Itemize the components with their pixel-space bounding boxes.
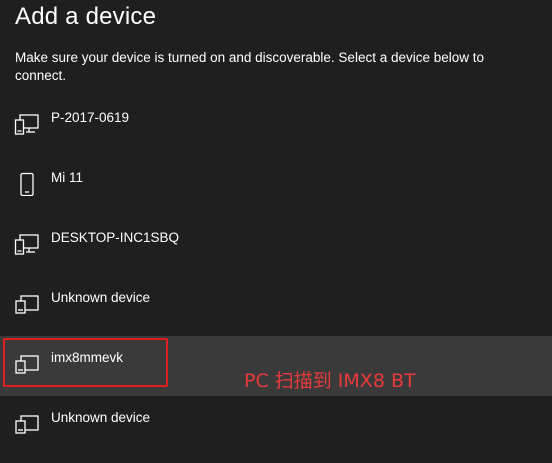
generic-device-icon bbox=[14, 292, 40, 316]
page-description: Make sure your device is turned on and d… bbox=[15, 50, 485, 83]
device-item-unknown-device[interactable]: Unknown device bbox=[0, 276, 552, 336]
device-name: DESKTOP-INC1SBQ bbox=[51, 230, 180, 245]
device-list: P-2017-0619 Mi 11 DESKTOP-INC1SBQ Unknow… bbox=[0, 96, 552, 456]
desktop-pc-icon bbox=[14, 112, 40, 136]
desktop-pc-icon bbox=[14, 232, 40, 256]
annotation-text: PC 扫描到 IMX8 BT bbox=[244, 370, 416, 392]
device-name: Mi 11 bbox=[51, 170, 84, 185]
device-name: Unknown device bbox=[51, 290, 151, 305]
device-item-unknown-device[interactable]: Unknown device bbox=[0, 396, 552, 456]
device-name: Unknown device bbox=[51, 410, 151, 425]
device-item-desktop-inc1sbq[interactable]: DESKTOP-INC1SBQ bbox=[0, 216, 552, 276]
annotation-highlight-box bbox=[3, 338, 168, 387]
generic-device-icon bbox=[14, 412, 40, 436]
device-item-mi-11[interactable]: Mi 11 bbox=[0, 156, 552, 216]
device-name: P-2017-0619 bbox=[51, 110, 130, 125]
page-title: Add a device bbox=[15, 3, 157, 30]
phone-icon bbox=[14, 172, 40, 196]
device-item-p-2017-0619[interactable]: P-2017-0619 bbox=[0, 96, 552, 156]
